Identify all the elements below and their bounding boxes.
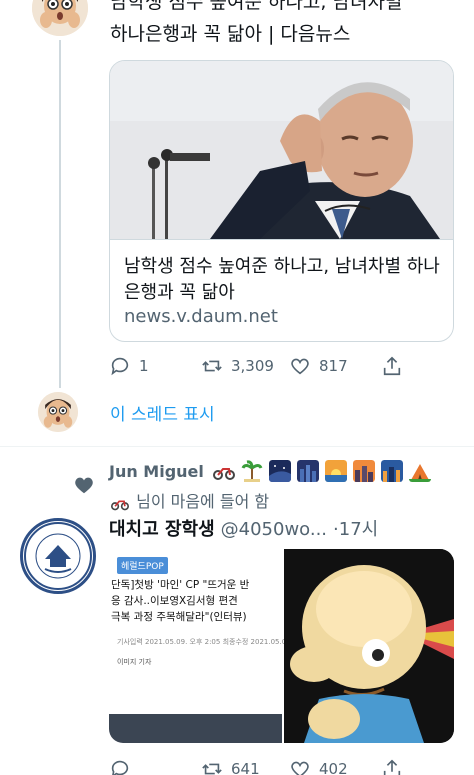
reply-button[interactable] (109, 755, 131, 775)
thread-avatar[interactable] (38, 392, 78, 432)
palm-tree-icon (241, 460, 263, 482)
media-image-cartoon[interactable] (284, 549, 454, 743)
tweet-divider (0, 446, 474, 447)
retweet-count: 3,309 (231, 357, 274, 375)
article-headline: 단독]첫방 '마인' CP "뜨거운 반 응 감사..이보영X김서형 편견 극복… (111, 579, 250, 623)
heart-filled-icon (75, 477, 93, 494)
author-name[interactable]: 대치고 장학생 (109, 519, 215, 540)
share-icon (383, 356, 401, 376)
motorcycle-icon (111, 500, 129, 510)
like-button[interactable]: 402 (289, 755, 348, 775)
like-button[interactable]: 817 (289, 352, 348, 380)
card-body: 남학생 점수 높여준 하나고, 남녀차별 하나은행과 꼭 닮아 news.v.d… (110, 239, 453, 341)
share-icon (383, 759, 401, 775)
sunrise-icon (325, 460, 347, 482)
news-brand-badge: 헤럴드POP (117, 557, 168, 574)
tweet-text-line-2: 하나은행과 꼭 닮아 | 다음뉴스 (110, 23, 351, 45)
reply-icon (111, 357, 129, 376)
retweet-button[interactable]: 641 (201, 755, 260, 775)
school-avatar[interactable] (20, 518, 96, 594)
cartoon-image (284, 549, 454, 743)
tweet-time[interactable]: ·17시 (333, 519, 378, 540)
city-dusk-icon (381, 460, 403, 482)
author-handle[interactable]: @4050wo... (221, 519, 327, 540)
retweet-button[interactable]: 3,309 (201, 352, 274, 380)
media-grid: 헤럴드POP 단독]첫방 '마인' CP "뜨거운 반 응 감사..이보영X김서… (109, 549, 454, 743)
article-reporter: 이미지 기자 (117, 658, 152, 666)
retweet-icon (202, 763, 222, 775)
tweet-header: 대치고 장학생 @4050wo... ·17시 (109, 515, 378, 541)
show-thread-link[interactable]: 이 스레드 표시 (110, 400, 215, 425)
emoji-row (213, 460, 431, 482)
liked-context: 님이 마음에 들어 함 (109, 488, 269, 512)
memoji-avatar-icon (32, 0, 88, 36)
share-button[interactable] (381, 755, 403, 775)
avatar[interactable] (32, 0, 88, 36)
like-count: 402 (319, 760, 348, 775)
tweet-actions-2: 641 402 (109, 755, 454, 775)
reply-icon (111, 760, 129, 775)
city-sunset-icon (353, 460, 375, 482)
card-title: 남학생 점수 높여준 하나고, 남녀차별 하나은행과 꼭 닮아 (124, 256, 440, 303)
memoji-avatar-icon (38, 392, 78, 432)
share-button[interactable] (381, 352, 403, 380)
liked-by-user[interactable]: Jun Miguel (109, 462, 204, 481)
camping-icon (409, 464, 431, 482)
like-count: 817 (319, 357, 348, 375)
reply-count: 1 (139, 357, 149, 375)
tweet-text-line-1: 남학생 점수 높여준 하나고, 남녀차별 (110, 0, 403, 13)
city-night-icon (297, 460, 319, 482)
link-card[interactable]: 남학생 점수 높여준 하나고, 남녀차별 하나은행과 꼭 닮아 news.v.d… (109, 60, 454, 342)
night-sky-icon (269, 460, 291, 482)
motorcycle-icon (213, 468, 235, 480)
article-photo-strip (109, 714, 282, 743)
reply-button[interactable]: 1 (109, 352, 149, 380)
media-image-article[interactable]: 헤럴드POP 단독]첫방 '마인' CP "뜨거운 반 응 감사..이보영X김서… (109, 549, 326, 743)
thread-connector (59, 40, 61, 388)
card-image (110, 61, 453, 239)
liked-suffix: 님이 마음에 들어 함 (136, 492, 270, 511)
school-emblem-icon (24, 522, 92, 590)
tweet-actions: 1 3,309 817 (109, 352, 454, 380)
retweet-count: 641 (231, 760, 260, 775)
retweet-icon (202, 360, 222, 372)
heart-icon (291, 761, 309, 775)
heart-icon (291, 358, 309, 375)
card-domain: news.v.daum.net (124, 306, 278, 327)
